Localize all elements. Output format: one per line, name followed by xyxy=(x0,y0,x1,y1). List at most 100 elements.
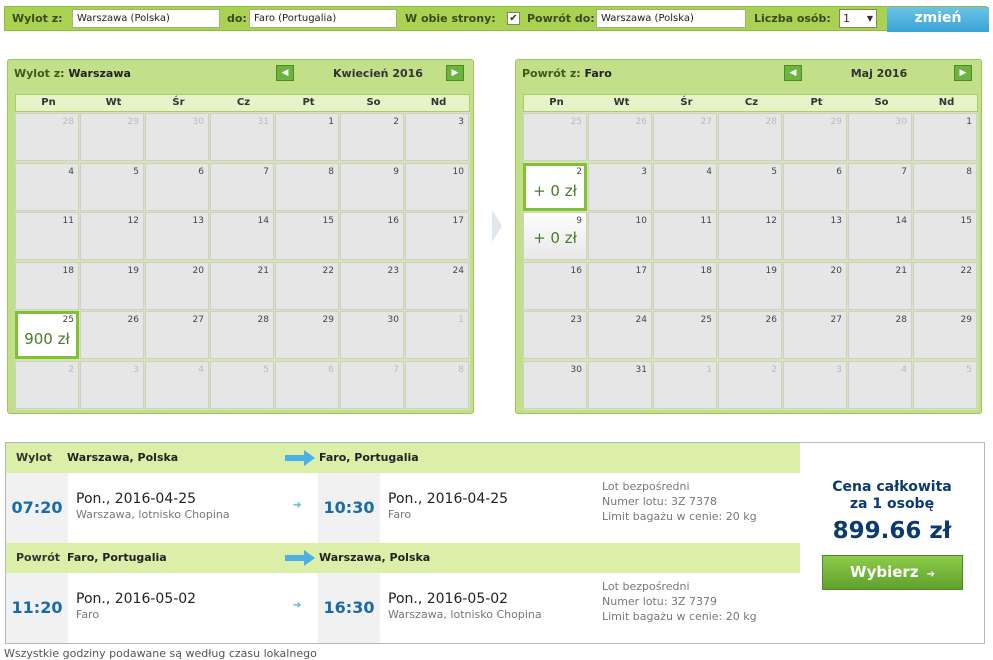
calendar-day: 30 xyxy=(848,113,912,161)
calendar-day: 25 xyxy=(523,113,587,161)
day-number: 8 xyxy=(328,166,334,177)
month-label: Kwiecień 2016 xyxy=(333,67,423,80)
to-label: do: xyxy=(227,12,247,25)
calendar-day: 9 xyxy=(340,162,404,211)
prev-month-button[interactable]: ◀ xyxy=(784,65,802,81)
day-number: 21 xyxy=(257,265,269,276)
calendar-header: Wylot z: Warszawa ◀ Kwiecień 2016 ▶ xyxy=(8,60,473,90)
arrival-time: 16:30 xyxy=(318,573,380,643)
day-number: 5 xyxy=(133,166,139,177)
calendar-day: 10 xyxy=(588,212,652,260)
day-number: 20 xyxy=(192,265,204,276)
inbound-details: 11:20 Pon., 2016-05-02 Faro ➔ 16:30 Pon.… xyxy=(6,573,800,643)
day-number: 28 xyxy=(895,315,907,325)
calendar-day: 30 xyxy=(340,311,404,359)
day-number: 2 xyxy=(771,364,777,375)
calendar-day: 29 xyxy=(80,113,144,161)
to-input[interactable]: Faro (Portugalia) xyxy=(249,9,397,28)
day-number: 9 xyxy=(393,166,399,177)
outbound-calendar: Wylot z: Warszawa ◀ Kwiecień 2016 ▶ Pn Wt… xyxy=(7,59,474,414)
flight-meta: Lot bezpośredni Numer lotu: 3Z 7378 Limi… xyxy=(602,479,757,524)
calendar-day: 2 xyxy=(718,360,782,409)
calendar-day: 14 xyxy=(848,212,912,260)
inbound-header: Powrót Faro, Portugalia Warszawa, Polska xyxy=(6,543,800,573)
outbound-details: 07:20 Pon., 2016-04-25 Warszawa, lotnisk… xyxy=(6,473,800,543)
weekday-label: Pn xyxy=(41,97,56,108)
calendar-day: 28 xyxy=(848,311,912,359)
prev-month-button[interactable]: ◀ xyxy=(276,65,294,81)
day-number: 8 xyxy=(966,166,972,177)
calendar-day: 30 xyxy=(523,360,587,409)
weekday-label: Pt xyxy=(302,97,315,108)
calendar-day: 28 xyxy=(15,113,79,161)
roundtrip-checkbox[interactable]: ✔ xyxy=(507,12,520,25)
day-number: 10 xyxy=(452,166,464,177)
footer-note: Wszystkie godziny podawane są według cza… xyxy=(4,647,317,660)
price-panel: Cena całkowita za 1 osobę 899.66 zł Wybi… xyxy=(800,443,984,643)
calendar-day: 6 xyxy=(275,360,339,409)
day-number: 21 xyxy=(895,265,907,276)
day-number: 5 xyxy=(771,166,777,177)
calendar-day: 19 xyxy=(80,261,144,310)
day-number: 11 xyxy=(62,216,74,226)
day-number: 18 xyxy=(700,265,712,276)
persons-select[interactable]: 1 ▼ xyxy=(839,9,877,28)
arrival-info: Pon., 2016-04-25 Faro xyxy=(388,491,508,521)
from-input[interactable]: Warszawa (Polska) xyxy=(72,9,220,28)
calendar-day: 1 xyxy=(405,311,469,359)
inbound-from: Faro, Portugalia xyxy=(67,551,167,564)
departure-info: Pon., 2016-04-25 Warszawa, lotnisko Chop… xyxy=(76,491,230,521)
day-number: 17 xyxy=(452,216,464,226)
day-number: 15 xyxy=(960,216,972,226)
day-number: 13 xyxy=(830,216,842,226)
day-number: 18 xyxy=(62,265,74,276)
day-number: 1 xyxy=(966,117,972,127)
day-number: 23 xyxy=(387,265,399,276)
day-number: 24 xyxy=(452,265,464,276)
day-number: 12 xyxy=(765,216,777,226)
calendar-day: 26 xyxy=(80,311,144,359)
calendar-day[interactable]: 9 + 0 zł xyxy=(523,212,587,260)
day-number: 7 xyxy=(901,166,907,177)
day-number: 13 xyxy=(192,216,204,226)
day-number: 1 xyxy=(458,315,464,325)
day-number: 26 xyxy=(127,315,139,325)
day-number: 19 xyxy=(765,265,777,276)
change-button[interactable]: zmień xyxy=(887,7,989,32)
calendar-day: 29 xyxy=(783,113,847,161)
day-number: 16 xyxy=(387,216,399,226)
calendar-day: 27 xyxy=(653,113,717,161)
calendar-day[interactable]: 2 + 0 zł xyxy=(523,162,587,211)
day-number: 12 xyxy=(127,216,139,226)
day-number: 4 xyxy=(901,364,907,375)
day-number: 6 xyxy=(328,364,334,375)
calendar-day: 31 xyxy=(210,113,274,161)
calendar-day: 24 xyxy=(405,261,469,310)
outbound-from: Warszawa, Polska xyxy=(67,451,179,464)
return-label: Powrót do: xyxy=(527,12,595,25)
day-number: 29 xyxy=(830,117,842,127)
select-button[interactable]: Wybierz ➔ xyxy=(822,555,963,590)
calendar-day[interactable]: 25 900 zł xyxy=(15,311,79,359)
day-number: 30 xyxy=(192,117,204,127)
calendar-day: 25 xyxy=(653,311,717,359)
arrow-right-icon xyxy=(285,450,315,466)
next-month-button[interactable]: ▶ xyxy=(446,65,464,81)
return-input[interactable]: Warszawa (Polska) xyxy=(596,9,746,28)
day-number: 2 xyxy=(68,364,74,375)
calendar-day: 3 xyxy=(588,162,652,211)
next-month-button[interactable]: ▶ xyxy=(954,65,972,81)
day-number: 1 xyxy=(706,364,712,375)
calendar-day: 12 xyxy=(80,212,144,260)
departure-place: Faro xyxy=(76,608,100,621)
weekday-label: So xyxy=(874,97,889,108)
day-number: 11 xyxy=(700,216,712,226)
calendar-day: 3 xyxy=(405,113,469,161)
arrival-date: Pon., 2016-04-25 xyxy=(388,491,509,507)
calendar-day: 2 xyxy=(340,113,404,161)
calendar-day: 20 xyxy=(783,261,847,310)
calendar-day: 4 xyxy=(653,162,717,211)
calendar-day: 13 xyxy=(145,212,209,260)
day-number: 22 xyxy=(322,265,334,276)
day-number: 24 xyxy=(635,315,647,325)
